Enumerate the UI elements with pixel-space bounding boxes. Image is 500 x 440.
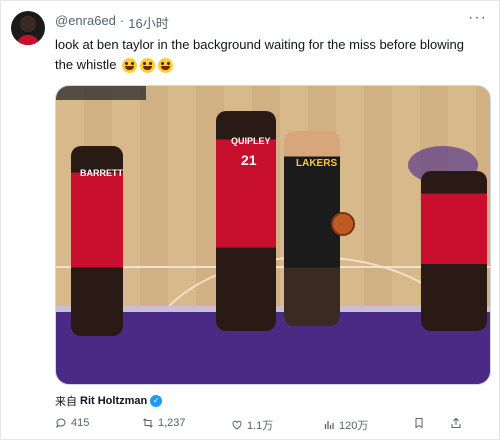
verified-badge-icon: ✓ (150, 395, 163, 407)
avatar[interactable] (11, 11, 45, 45)
tweet-text: look at ben taylor in the background wai… (55, 35, 485, 75)
bookmark-icon (413, 417, 425, 429)
basketball (331, 212, 355, 236)
video-attribution: 来自 Rit Holtzman ✓ (55, 393, 163, 409)
player-raptors-right (421, 171, 487, 331)
retweet-count: 1,237 (158, 417, 186, 429)
tweet-body: look at ben taylor in the background wai… (55, 37, 465, 72)
emoji-group (122, 58, 174, 74)
grinning-sweat-face-icon (140, 58, 156, 74)
grinning-sweat-face-icon (122, 58, 138, 74)
views-button[interactable]: 120万 (323, 417, 368, 433)
more-options-icon[interactable]: ··· (468, 9, 487, 27)
share-icon (450, 417, 462, 429)
grinning-sweat-face-icon (158, 58, 174, 74)
tweet-action-bar: 415 1,237 1.1万 120万 (55, 417, 485, 435)
tweet-card[interactable]: @enra6ed · 16小时 ··· look at ben taylor i… (0, 0, 500, 440)
jersey-label-left: BARRETT (80, 168, 123, 178)
jersey-label-center: QUIPLEY (231, 136, 271, 146)
like-count: 1.1万 (247, 420, 274, 432)
attribution-prefix: 来自 (55, 396, 77, 408)
reply-icon (55, 417, 67, 429)
views-count: 120万 (339, 420, 369, 432)
retweet-button[interactable]: 1,237 (142, 417, 186, 429)
reply-button[interactable]: 415 (55, 417, 89, 429)
bookmark-button[interactable] (413, 417, 425, 429)
like-button[interactable]: 1.1万 (231, 417, 273, 433)
heart-icon (231, 419, 243, 431)
tweet-header: @enra6ed · 16小时 (55, 13, 169, 32)
tweet-media-video[interactable]: BARRETT QUIPLEY 21 LAKERS (55, 85, 491, 385)
attribution-author[interactable]: Rit Holtzman (80, 395, 147, 407)
author-handle[interactable]: @enra6ed (55, 13, 116, 32)
sideline-area (56, 86, 146, 100)
views-bar-chart-icon (323, 419, 335, 431)
share-button[interactable] (450, 417, 462, 429)
header-separator: · (119, 13, 125, 28)
tweet-timestamp[interactable]: 16小时 (128, 13, 168, 32)
jersey-number-center: 21 (241, 152, 257, 168)
reply-count: 415 (71, 417, 90, 429)
retweet-icon (142, 417, 154, 429)
jersey-label-ball-handler: LAKERS (296, 158, 338, 169)
